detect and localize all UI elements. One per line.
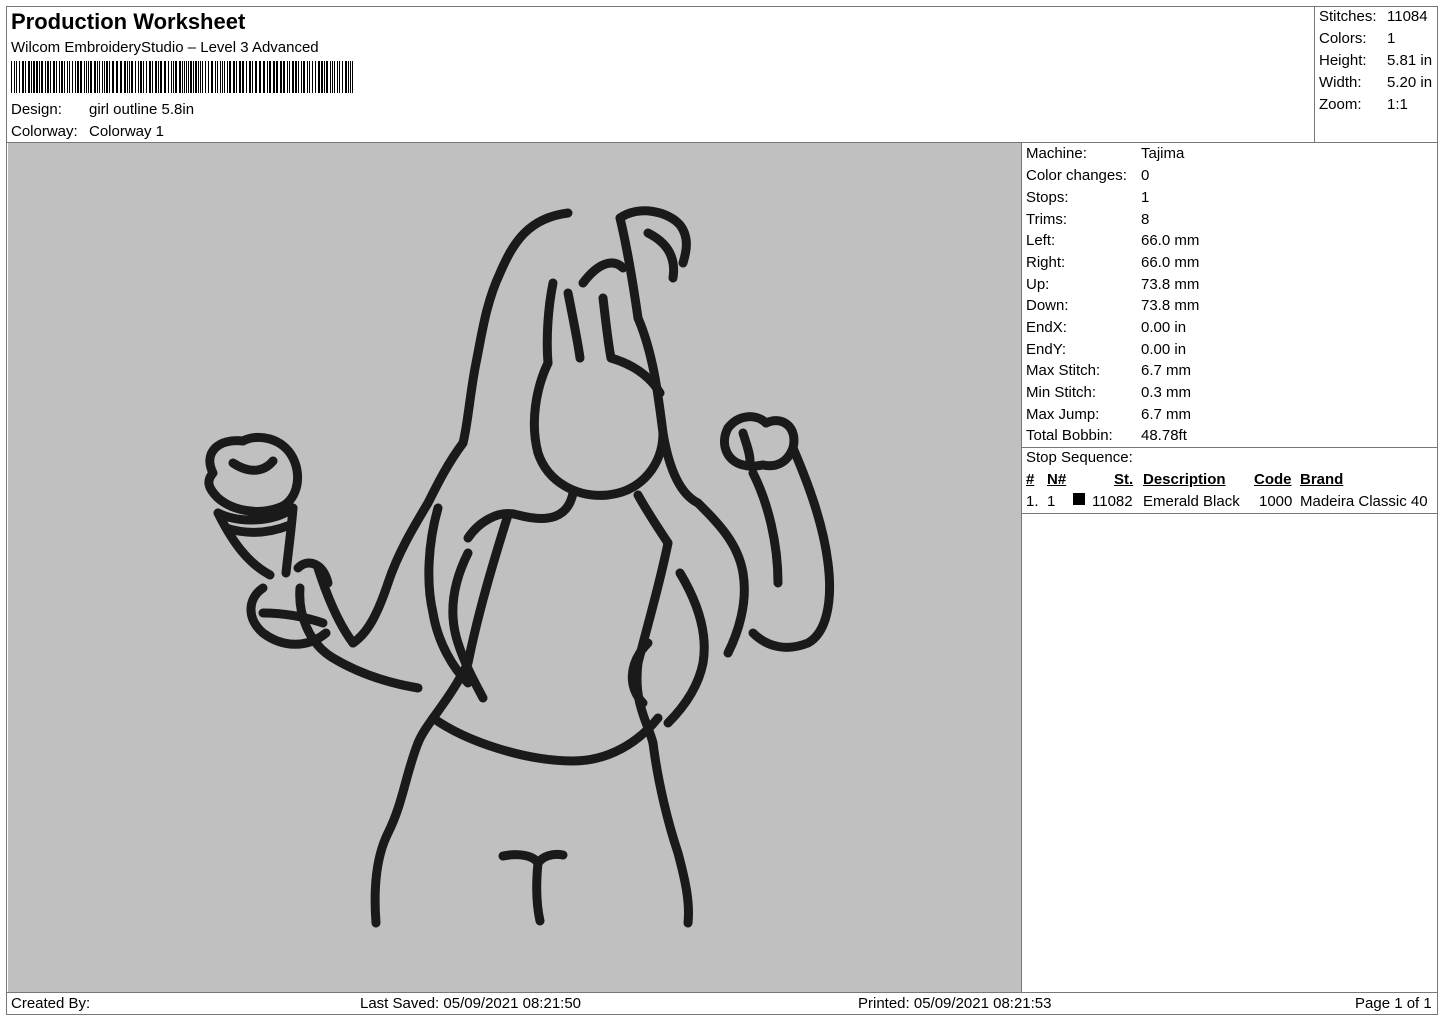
summary-value: 5.81 in xyxy=(1387,52,1433,69)
machine-info-label: EndY: xyxy=(1026,341,1067,358)
summary-value: 11084 xyxy=(1387,8,1428,25)
machine-info-value: 73.8 mm xyxy=(1141,276,1200,293)
colorway-label: Colorway: xyxy=(11,123,78,140)
row-stitches: 11082 xyxy=(1092,493,1133,510)
software-name: Wilcom EmbroideryStudio – Level 3 Advanc… xyxy=(11,39,319,56)
column-header-needle: N# xyxy=(1047,471,1067,488)
machine-info-label: Min Stitch: xyxy=(1026,384,1097,401)
machine-info-label: Up: xyxy=(1026,276,1050,293)
row-description: Emerald Black xyxy=(1143,493,1240,510)
machine-info-label: Max Jump: xyxy=(1026,406,1100,423)
machine-info-value: 6.7 mm xyxy=(1141,406,1192,423)
machine-info-label: Color changes: xyxy=(1026,167,1127,184)
summary-label: Colors: xyxy=(1319,30,1367,47)
machine-info-value: 0.00 in xyxy=(1141,341,1187,358)
summary-value: 5.20 in xyxy=(1387,74,1433,91)
machine-info-label: Down: xyxy=(1026,297,1069,314)
summary-label: Height: xyxy=(1319,52,1367,69)
footer-last-saved: Last Saved: 05/09/2021 08:21:50 xyxy=(360,995,582,1012)
machine-info-value: 66.0 mm xyxy=(1141,232,1200,249)
barcode xyxy=(11,61,353,93)
machine-info-value: 8 xyxy=(1141,211,1150,228)
row-needle: 1 xyxy=(1047,493,1056,510)
footer-page-number: Page 1 of 1 xyxy=(1355,995,1432,1012)
column-header-stitches: St. xyxy=(1114,471,1134,488)
row-brand: Madeira Classic 40 xyxy=(1300,493,1428,510)
design-value: girl outline 5.8in xyxy=(89,101,195,118)
machine-info-label: Right: xyxy=(1026,254,1066,271)
colorway-value: Colorway 1 xyxy=(89,123,165,140)
summary-value: 1:1 xyxy=(1387,96,1408,113)
column-header-num: # xyxy=(1026,471,1035,488)
machine-info-label: Trims: xyxy=(1026,211,1068,228)
machine-info-label: Left: xyxy=(1026,232,1056,249)
girl-outline-embroidery xyxy=(204,206,835,928)
machine-info-value: 1 xyxy=(1141,189,1150,206)
design-preview xyxy=(8,143,1021,992)
summary-label: Stitches: xyxy=(1319,8,1377,25)
machine-info-value: 0.00 in xyxy=(1141,319,1187,336)
row-num: 1. xyxy=(1026,493,1039,510)
machine-info-value: 48.78ft xyxy=(1141,427,1187,444)
machine-info-label: Max Stitch: xyxy=(1026,362,1101,379)
column-header-brand: Brand xyxy=(1300,471,1344,488)
footer-created-by: Created By: xyxy=(11,995,91,1012)
summary-value: 1 xyxy=(1387,30,1396,47)
column-header-description: Description xyxy=(1143,471,1226,488)
machine-info-label: EndX: xyxy=(1026,319,1067,336)
machine-info-label: Machine: xyxy=(1026,145,1087,162)
worksheet-page: Production Worksheet Wilcom EmbroiderySt… xyxy=(6,6,1438,1015)
machine-info-value: 0.3 mm xyxy=(1141,384,1192,401)
footer-printed: Printed: 05/09/2021 08:21:53 xyxy=(858,995,1052,1012)
machine-info-label: Total Bobbin: xyxy=(1026,427,1113,444)
row-code: 1000 xyxy=(1259,493,1293,510)
machine-info-value: 0 xyxy=(1141,167,1150,184)
machine-info-value: Tajima xyxy=(1141,145,1185,162)
machine-info-value: 66.0 mm xyxy=(1141,254,1200,271)
summary-label: Zoom: xyxy=(1319,96,1362,113)
machine-info-value: 73.8 mm xyxy=(1141,297,1200,314)
stop-sequence-title: Stop Sequence: xyxy=(1026,449,1133,466)
machine-info-value: 6.7 mm xyxy=(1141,362,1192,379)
column-header-code: Code xyxy=(1254,471,1292,488)
machine-info-label: Stops: xyxy=(1026,189,1069,206)
summary-label: Width: xyxy=(1319,74,1362,91)
design-label: Design: xyxy=(11,101,62,118)
page-title: Production Worksheet xyxy=(11,9,246,34)
thread-color-swatch xyxy=(1073,493,1085,505)
